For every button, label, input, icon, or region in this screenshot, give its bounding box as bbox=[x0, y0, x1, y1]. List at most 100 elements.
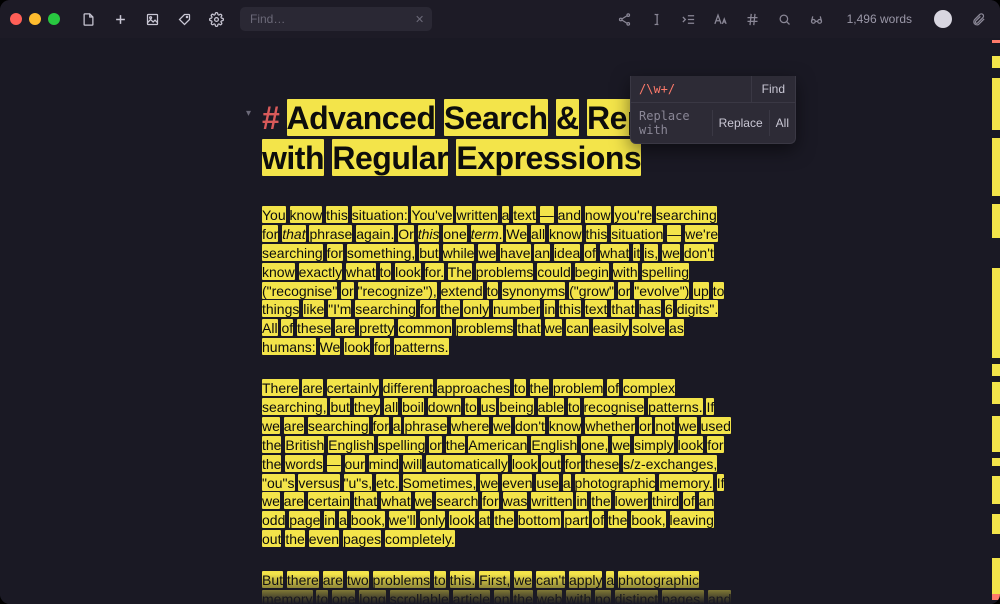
user-avatar[interactable] bbox=[934, 10, 952, 28]
highlighted-word: "recognize"), bbox=[358, 282, 437, 299]
add-icon[interactable] bbox=[108, 7, 132, 31]
highlighted-word: know bbox=[290, 206, 323, 223]
highlighted-word: recognise bbox=[584, 398, 645, 415]
highlighted-word: leaving bbox=[670, 511, 714, 528]
highlighted-word: one bbox=[332, 590, 355, 604]
clear-search-icon[interactable]: ✕ bbox=[415, 13, 424, 26]
highlighted-word: 6 bbox=[665, 300, 673, 317]
highlighted-word: look bbox=[449, 511, 475, 528]
highlighted-word: an bbox=[534, 244, 550, 261]
find-button[interactable]: Find bbox=[751, 76, 795, 102]
document-icon[interactable] bbox=[76, 7, 100, 31]
title-word: Regular bbox=[332, 139, 448, 176]
highlighted-word: long bbox=[359, 590, 385, 604]
highlighted-word: spelling bbox=[642, 263, 689, 280]
highlighted-word: But bbox=[262, 571, 283, 588]
highlighted-word: searching bbox=[262, 244, 323, 261]
highlighted-word: If bbox=[717, 474, 725, 491]
highlighted-word: don't bbox=[515, 417, 545, 434]
highlighted-word: English bbox=[328, 436, 374, 453]
window-controls bbox=[10, 13, 60, 25]
highlighted-word: look bbox=[512, 455, 538, 472]
text-cursor-icon[interactable] bbox=[645, 7, 669, 31]
highlighted-word: could bbox=[537, 263, 570, 280]
share-icon[interactable] bbox=[613, 7, 637, 31]
highlighted-word: we bbox=[480, 474, 498, 491]
highlighted-word: problems bbox=[456, 319, 514, 336]
highlighted-word: to bbox=[316, 590, 328, 604]
highlighted-word: We bbox=[320, 338, 341, 355]
highlighted-word: or bbox=[618, 282, 630, 299]
replace-button[interactable]: Replace bbox=[712, 110, 769, 136]
highlighted-word: as bbox=[669, 319, 684, 336]
find-pattern-input[interactable]: /\w+/ bbox=[631, 76, 751, 102]
highlighted-word: memory bbox=[262, 590, 313, 604]
global-search-input[interactable] bbox=[248, 11, 407, 27]
highlighted-word: one, bbox=[581, 436, 608, 453]
search-icon[interactable] bbox=[773, 7, 797, 31]
image-icon[interactable] bbox=[140, 7, 164, 31]
highlighted-word: solve bbox=[632, 319, 665, 336]
highlighted-word: for bbox=[482, 492, 498, 509]
highlighted-word: we bbox=[662, 244, 680, 261]
highlighted-word: simply bbox=[634, 436, 674, 453]
highlighted-word: out bbox=[541, 455, 560, 472]
highlighted-word: — bbox=[327, 455, 341, 472]
highlighted-word: the bbox=[285, 530, 304, 547]
maximize-window-button[interactable] bbox=[48, 13, 60, 25]
highlighted-word: we bbox=[262, 492, 280, 509]
highlighted-word: use bbox=[536, 474, 559, 491]
highlighted-word: all bbox=[384, 398, 398, 415]
replace-input[interactable]: Replace with bbox=[631, 103, 712, 143]
minimize-window-button[interactable] bbox=[29, 13, 41, 25]
highlighted-word: "evolve") bbox=[634, 282, 689, 299]
tag-icon[interactable] bbox=[172, 7, 196, 31]
scrollbar-matches[interactable] bbox=[992, 38, 1000, 604]
close-window-button[interactable] bbox=[10, 13, 22, 25]
highlighted-word: certain bbox=[308, 492, 350, 509]
paragraph-1: You know this situation: You've written … bbox=[262, 206, 732, 357]
font-size-icon[interactable] bbox=[709, 7, 733, 31]
glasses-icon[interactable] bbox=[805, 7, 829, 31]
indent-icon[interactable] bbox=[677, 7, 701, 31]
highlighted-word: approaches bbox=[437, 379, 510, 396]
highlighted-word: phrase bbox=[309, 225, 352, 242]
highlighted-word: will bbox=[403, 455, 422, 472]
highlighted-word: humans: bbox=[262, 338, 316, 355]
highlighted-word: have bbox=[500, 244, 530, 261]
title-word: & bbox=[556, 99, 579, 136]
highlighted-word: We bbox=[506, 225, 527, 242]
highlighted-word: of bbox=[281, 319, 293, 336]
highlighted-word: boil bbox=[402, 398, 424, 415]
highlighted-word: for. bbox=[425, 263, 444, 280]
highlighted-word: phrase bbox=[404, 417, 447, 434]
document-content[interactable]: ▾ # Advanced Search & Replace with Regul… bbox=[262, 98, 732, 604]
highlighted-word: spelling bbox=[378, 436, 425, 453]
highlighted-word: patterns. bbox=[648, 398, 702, 415]
highlighted-word: can't bbox=[536, 571, 565, 588]
global-search[interactable]: ✕ bbox=[240, 7, 432, 31]
highlighted-word: a bbox=[563, 474, 571, 491]
replace-all-button[interactable]: All bbox=[769, 110, 795, 136]
highlighted-word: these bbox=[585, 455, 619, 472]
highlighted-word: they bbox=[354, 398, 380, 415]
highlighted-word: things bbox=[262, 300, 299, 317]
highlighted-word: we bbox=[478, 244, 496, 261]
highlighted-word: to bbox=[434, 571, 446, 588]
paragraph-3: But there are two problems to this. Firs… bbox=[262, 571, 732, 604]
highlighted-word: "ou"s bbox=[262, 474, 295, 491]
settings-icon[interactable] bbox=[204, 7, 228, 31]
highlighted-word: easily bbox=[593, 319, 629, 336]
highlighted-word: to bbox=[514, 379, 526, 396]
highlighted-word: with bbox=[613, 263, 638, 280]
highlighted-word: the bbox=[446, 436, 465, 453]
attachment-icon[interactable] bbox=[966, 7, 990, 31]
highlighted-word: the bbox=[591, 492, 610, 509]
highlighted-word: the bbox=[262, 436, 281, 453]
highlighted-word: There bbox=[262, 379, 299, 396]
grid-icon[interactable] bbox=[741, 7, 765, 31]
highlighted-word: can bbox=[566, 319, 589, 336]
scroll-hit bbox=[992, 40, 1000, 43]
highlighted-word: English bbox=[531, 436, 577, 453]
highlighted-word: the bbox=[530, 379, 549, 396]
